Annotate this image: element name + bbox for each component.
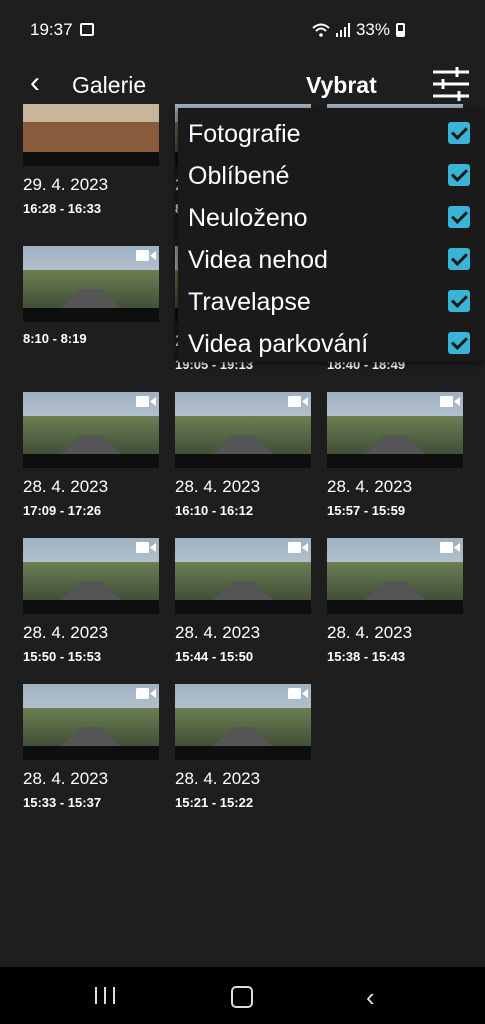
item-time-range: 16:28 - 16:33	[23, 201, 102, 216]
item-time-range: 16:10 - 16:12	[175, 503, 254, 518]
item-time-range: 15:33 - 15:37	[23, 795, 102, 810]
filter-dropdown: Fotografie Oblíbené Neuloženo Videa nehod Tr…	[178, 108, 485, 362]
filter-checkbox[interactable]	[448, 332, 470, 354]
item-date: 28. 4. 2023	[175, 623, 261, 642]
video-camera-icon	[288, 396, 308, 407]
filter-option[interactable]: Videa parkování	[188, 322, 480, 364]
item-date: 29. 4. 2023	[23, 175, 109, 194]
video-camera-icon	[136, 396, 156, 407]
gallery-item[interactable]: 28. 4. 2023 16:10 - 16:12	[175, 392, 311, 518]
system-back-button[interactable]: ‹	[366, 982, 375, 1013]
gallery-thumbnail[interactable]	[23, 246, 159, 322]
item-date: 28. 4. 2023	[23, 769, 109, 788]
gallery-thumbnail[interactable]	[175, 684, 311, 760]
status-right: 33%	[312, 20, 405, 40]
gallery-item[interactable]: 28. 4. 2023 15:50 - 15:53	[23, 538, 159, 664]
battery-percent: 33%	[355, 20, 390, 39]
filter-checkbox[interactable]	[448, 248, 470, 270]
filter-option-label: Neuloženo	[188, 204, 308, 232]
item-time-range: 17:09 - 17:26	[23, 503, 102, 518]
item-date: 28. 4. 2023	[23, 477, 109, 496]
filter-option[interactable]: Neuloženo	[188, 196, 480, 238]
item-time-range: 8:10 - 8:19	[23, 331, 87, 346]
filter-option-label: Fotografie	[188, 120, 301, 148]
signal-icon	[335, 23, 350, 37]
gallery-item[interactable]: 28. 4. 2023 15:33 - 15:37	[23, 684, 159, 810]
filter-checkbox[interactable]	[448, 164, 470, 186]
filter-sliders-icon[interactable]	[431, 64, 471, 104]
image-notification-icon	[80, 23, 94, 36]
status-bar: 19:37 33%	[0, 0, 485, 60]
gallery-item[interactable]: 28. 4. 2023 15:57 - 15:59	[327, 392, 463, 518]
filter-option-label: Videa nehod	[188, 246, 328, 274]
filter-option-label: Videa parkování	[188, 330, 369, 358]
back-button[interactable]: ‹	[30, 68, 40, 98]
video-camera-icon	[440, 542, 460, 553]
item-date: 28. 4. 2023	[175, 769, 261, 788]
gallery-thumbnail[interactable]	[175, 538, 311, 614]
gallery-thumbnail[interactable]	[175, 392, 311, 468]
gallery-item[interactable]: 28. 4. 2023 15:44 - 15:50	[175, 538, 311, 664]
filter-option-label: Oblíbené	[188, 162, 290, 190]
wifi-icon	[312, 23, 330, 37]
filter-checkbox[interactable]	[448, 290, 470, 312]
filter-option[interactable]: Oblíbené	[188, 154, 480, 196]
filter-checkbox[interactable]	[448, 206, 470, 228]
video-camera-icon	[136, 542, 156, 553]
item-time-range: 15:50 - 15:53	[23, 649, 102, 664]
gallery-thumbnail[interactable]	[327, 538, 463, 614]
filter-checkbox[interactable]	[448, 122, 470, 144]
item-date: 28. 4. 2023	[175, 477, 261, 496]
gallery-thumbnail[interactable]	[23, 684, 159, 760]
filter-option[interactable]: Fotografie	[188, 112, 480, 154]
video-camera-icon	[440, 396, 460, 407]
select-button[interactable]: Vybrat	[306, 72, 377, 99]
gallery-item[interactable]: 28. 4. 2023 15:21 - 15:22	[175, 684, 311, 810]
gallery-item[interactable]: 28. 4. 2023 15:38 - 15:43	[327, 538, 463, 664]
video-camera-icon	[288, 542, 308, 553]
filter-option[interactable]: Videa nehod	[188, 238, 480, 280]
item-time-range: 15:44 - 15:50	[175, 649, 254, 664]
gallery-thumbnail[interactable]	[327, 392, 463, 468]
item-date: 28. 4. 2023	[23, 623, 109, 642]
recents-button[interactable]	[95, 987, 115, 1004]
system-nav-bar: ‹	[0, 967, 485, 1024]
page-title: Galerie	[72, 72, 147, 98]
gallery-thumbnail[interactable]	[23, 392, 159, 468]
gallery-item[interactable]: 8:10 - 8:19	[23, 246, 159, 346]
gallery-item[interactable]: 28. 4. 2023 17:09 - 17:26	[23, 392, 159, 518]
video-camera-icon	[136, 250, 156, 261]
filter-option[interactable]: Travelapse	[188, 280, 480, 322]
item-time-range: 15:21 - 15:22	[175, 795, 254, 810]
app-bar: ‹ Galerie Vybrat	[0, 60, 485, 110]
item-date: 28. 4. 2023	[327, 477, 413, 496]
gallery-thumbnail[interactable]	[23, 538, 159, 614]
home-button[interactable]	[231, 986, 253, 1008]
item-time-range: 15:57 - 15:59	[327, 503, 406, 518]
video-camera-icon	[136, 688, 156, 699]
status-time: 19:37	[30, 20, 73, 39]
item-time-range: 15:38 - 15:43	[327, 649, 406, 664]
battery-icon	[396, 23, 405, 37]
gallery-thumbnail[interactable]	[23, 104, 159, 166]
gallery-item[interactable]: 29. 4. 2023 16:28 - 16:33	[23, 104, 159, 216]
filter-option-label: Travelapse	[188, 288, 311, 316]
video-camera-icon	[288, 688, 308, 699]
item-date: 28. 4. 2023	[327, 623, 413, 642]
